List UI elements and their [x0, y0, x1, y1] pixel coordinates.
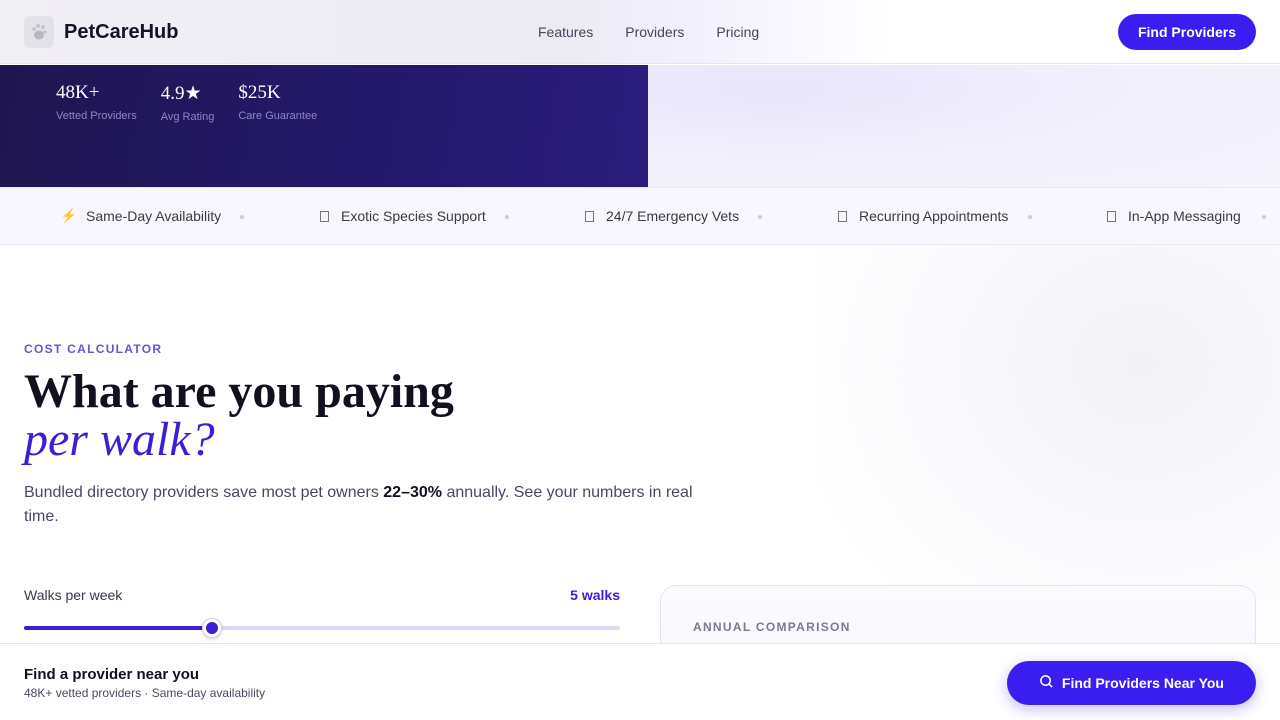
walks-slider-label: Walks per week: [24, 587, 123, 603]
feature-ticker: ⚡ Same-Day Availability Exotic Species S…: [0, 187, 1280, 245]
paw-icon: [24, 16, 54, 48]
nav-link-pricing[interactable]: Pricing: [716, 24, 759, 40]
walks-slider-value: 5 walks: [570, 587, 620, 603]
calendar-icon: [835, 210, 849, 222]
stat-rating: 4.9★ Avg Rating: [161, 82, 215, 123]
ticker-label: Recurring Appointments: [859, 208, 1009, 224]
ticker-label: Exotic Species Support: [341, 208, 486, 224]
stat-label: Care Guarantee: [238, 110, 318, 122]
savings-highlight: 22–30%: [383, 484, 442, 501]
slider-thumb[interactable]: [203, 619, 221, 637]
walks-slider[interactable]: [24, 619, 620, 637]
ticker-item: Exotic Species Support: [317, 208, 486, 224]
main-nav: Features Providers Pricing: [538, 24, 759, 40]
stat-guarantee: $25K Care Guarantee: [238, 82, 317, 123]
hero-image-panel: [648, 65, 1280, 187]
find-providers-button[interactable]: Find Providers: [1117, 14, 1256, 50]
brand-name: PetCareHub: [64, 20, 179, 43]
section-headline: What are you paying: [24, 365, 454, 418]
bottom-bar-subtitle: 48K+ vetted providers · Same-day availab…: [24, 686, 266, 700]
ticker-separator: [505, 215, 509, 219]
ticker-separator: [240, 215, 244, 219]
section-lead: Bundled directory providers save most pe…: [24, 484, 693, 525]
ticker-separator: [1028, 215, 1032, 219]
hero-stats: 48K+ Vetted Providers 4.9★ Avg Rating $2…: [56, 82, 317, 123]
ticker-label: Same-Day Availability: [86, 208, 222, 224]
stat-label: Avg Rating: [160, 111, 215, 123]
slider-fill: [24, 626, 212, 630]
site-header: PetCareHub Features Providers Pricing Fi…: [0, 0, 1280, 64]
nav-link-providers[interactable]: Providers: [625, 24, 684, 40]
bottom-bar-title: Find a provider near you: [24, 666, 200, 683]
section-eyebrow: COST CALCULATOR: [24, 342, 163, 356]
sticky-bottom-bar: Find a provider near you 48K+ vetted pro…: [0, 643, 1280, 720]
find-providers-near-you-button[interactable]: Find Providers Near You: [1006, 661, 1256, 705]
card-title: ANNUAL COMPARISON: [693, 620, 851, 634]
stat-label: Vetted Providers: [56, 110, 137, 122]
nav-link-features[interactable]: Features: [538, 24, 593, 40]
ticker-item: ⚡ Same-Day Availability: [60, 208, 222, 224]
chat-icon: [1104, 210, 1118, 222]
lizard-icon: [317, 210, 331, 222]
hospital-icon: [582, 210, 596, 222]
cta-label: Find Providers Near You: [1061, 675, 1224, 691]
ticker-label: In-App Messaging: [1128, 208, 1241, 224]
stat-value: 48K+: [56, 82, 100, 103]
ticker-item: Recurring Appointments: [835, 208, 1008, 224]
stat-value: $25K: [238, 82, 281, 103]
ticker-separator: [758, 215, 762, 219]
ticker-separator: [1262, 215, 1266, 219]
ticker-item: 24/7 Emergency Vets: [582, 208, 739, 224]
stat-providers: 48K+ Vetted Providers: [56, 82, 137, 123]
brand-logo[interactable]: PetCareHub: [24, 16, 178, 48]
ticker-label: 24/7 Emergency Vets: [606, 208, 740, 224]
search-icon: [1039, 674, 1054, 692]
section-headline-accent: per walk?: [24, 413, 215, 466]
stat-value: 4.9★: [160, 83, 202, 104]
lightning-icon: ⚡: [60, 208, 78, 223]
ticker-item: In-App Messaging: [1104, 208, 1241, 224]
